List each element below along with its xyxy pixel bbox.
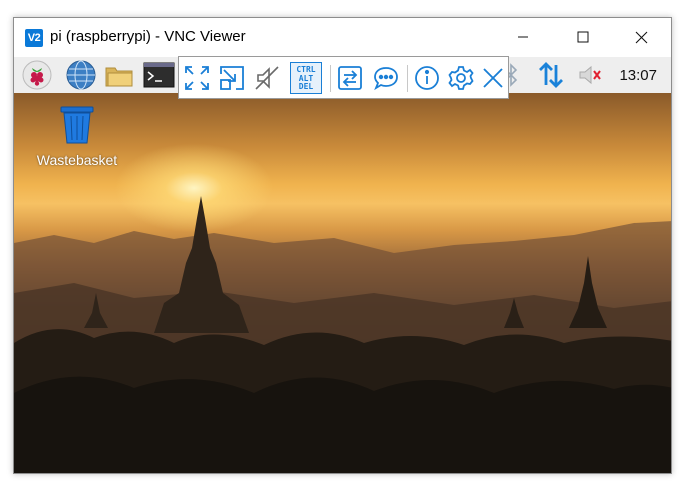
network-transfer-icon[interactable]	[536, 60, 566, 90]
raspberry-menu-icon[interactable]	[22, 60, 52, 90]
desktop-icon-wastebasket[interactable]: Wastebasket	[32, 105, 122, 168]
web-browser-icon[interactable]	[66, 60, 96, 90]
remote-desktop[interactable]: Wastebasket	[14, 93, 671, 473]
title-bar[interactable]: V2 pi (raspberrypi) - VNC Viewer	[14, 18, 671, 57]
vnc-toolbar: CTRL ALT DEL	[178, 56, 509, 99]
maximize-icon	[577, 31, 589, 43]
minimize-button[interactable]	[500, 18, 546, 56]
desktop-icon-label: Wastebasket	[36, 152, 118, 168]
terminal-icon[interactable]	[143, 60, 175, 90]
volume-muted-icon[interactable]	[576, 60, 606, 90]
minimize-icon	[518, 36, 528, 38]
cad-line-del: DEL	[298, 82, 314, 91]
settings-icon[interactable]	[447, 64, 475, 92]
file-manager-icon[interactable]	[104, 60, 134, 90]
close-icon	[635, 31, 647, 43]
info-icon[interactable]	[413, 64, 441, 92]
vnc-viewer-window: V2 pi (raspberrypi) - VNC Viewer 13:07 W…	[13, 17, 672, 474]
fullscreen-icon[interactable]	[183, 64, 211, 92]
chat-icon[interactable]	[372, 64, 400, 92]
ctrl-alt-del-button[interactable]: CTRL ALT DEL	[290, 62, 322, 94]
scale-icon[interactable]	[218, 64, 246, 92]
vnc-app-icon: V2	[25, 29, 43, 47]
wastebasket-icon	[60, 106, 94, 144]
maximize-button[interactable]	[560, 18, 606, 56]
file-transfer-icon[interactable]	[336, 64, 364, 92]
mute-audio-icon[interactable]	[253, 64, 281, 92]
close-button[interactable]	[618, 18, 664, 56]
disconnect-icon[interactable]	[479, 64, 507, 92]
taskbar-clock[interactable]: 13:07	[619, 67, 657, 84]
toolbar-separator	[330, 65, 331, 92]
toolbar-separator	[407, 65, 408, 92]
window-title: pi (raspberrypi) - VNC Viewer	[50, 28, 246, 45]
